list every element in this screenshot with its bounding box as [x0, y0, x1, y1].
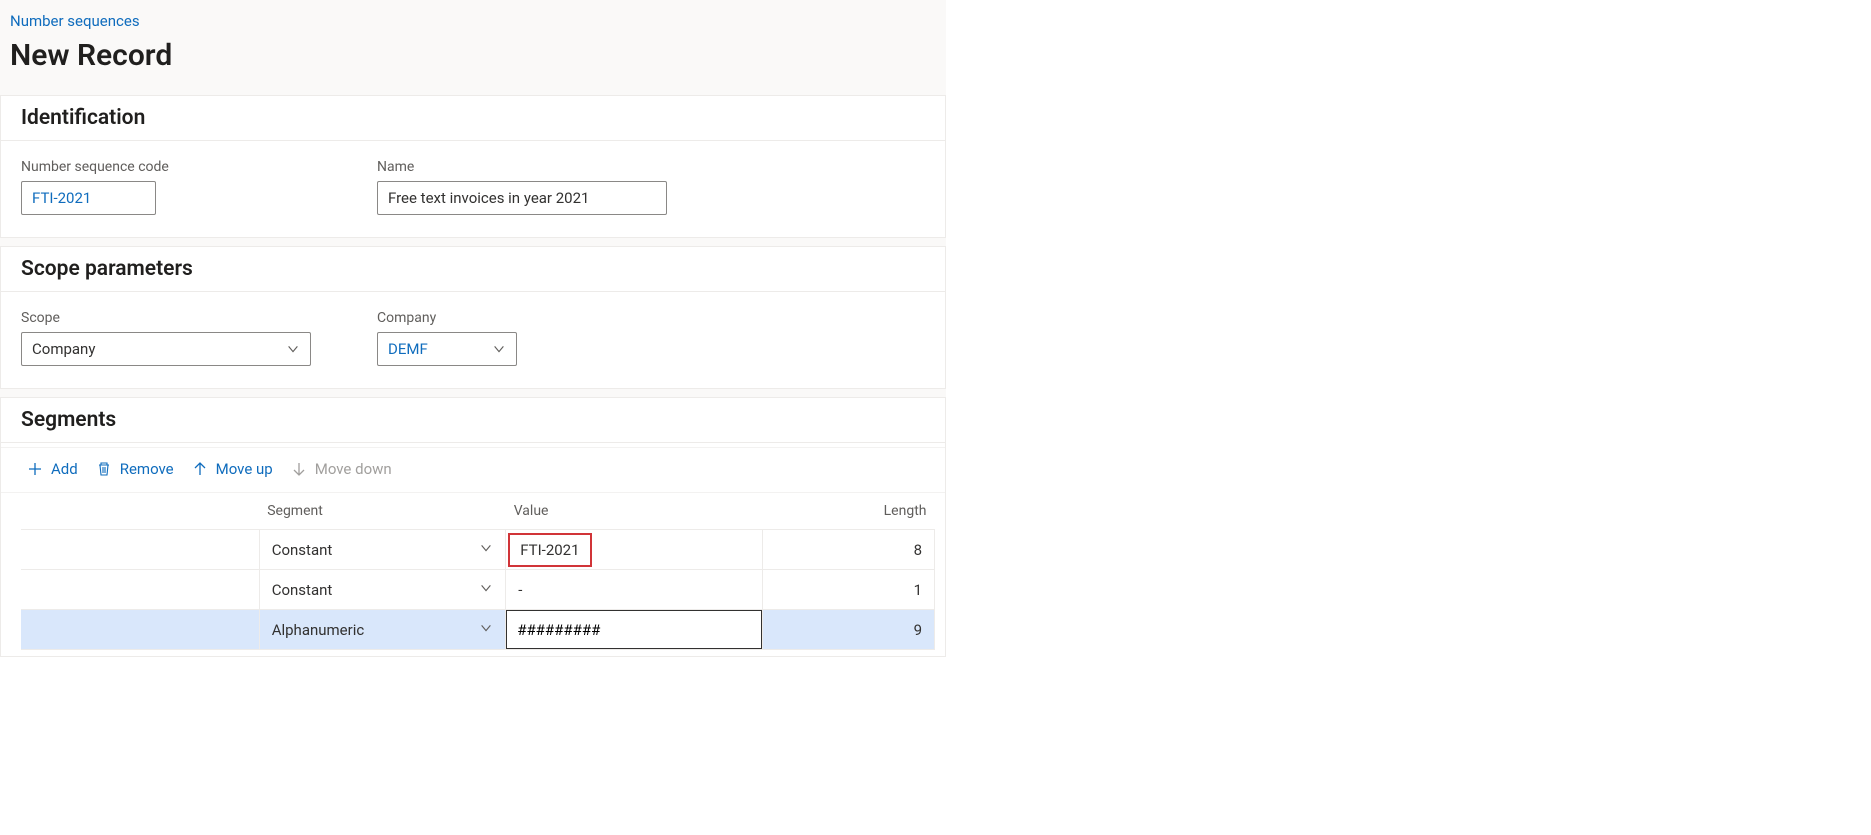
select-scope-value: Company: [32, 340, 95, 358]
length-value: 8: [914, 541, 922, 559]
value-cell[interactable]: [506, 610, 763, 650]
panel-header-segments[interactable]: Segments: [1, 398, 945, 443]
add-button[interactable]: Add: [27, 460, 78, 478]
segment-cell[interactable]: Alphanumeric: [259, 610, 506, 650]
segment-cell[interactable]: Constant: [259, 570, 506, 610]
chevron-down-icon: [492, 342, 506, 356]
select-scope[interactable]: Company: [21, 332, 311, 366]
value-text: FTI-2021: [508, 533, 591, 567]
value-input[interactable]: [506, 610, 762, 649]
segment-value: Constant: [272, 541, 333, 559]
remove-button-label: Remove: [120, 460, 174, 478]
col-header-marker: [21, 493, 259, 530]
col-header-value[interactable]: Value: [506, 493, 763, 530]
row-marker-cell[interactable]: [21, 530, 259, 570]
col-header-length[interactable]: Length: [763, 493, 935, 530]
panel-header-identification[interactable]: Identification: [1, 96, 945, 141]
add-button-label: Add: [51, 460, 78, 478]
table-row[interactable]: Alphanumeric 9: [21, 610, 935, 650]
move-down-button-label: Move down: [315, 460, 392, 478]
segment-value: Constant: [272, 581, 333, 599]
page-title: New Record: [10, 38, 936, 73]
input-name[interactable]: [377, 181, 667, 215]
input-number-sequence-code[interactable]: [21, 181, 156, 215]
length-cell[interactable]: 9: [763, 610, 935, 650]
panel-header-scope[interactable]: Scope parameters: [1, 247, 945, 292]
segment-value: Alphanumeric: [272, 621, 365, 639]
length-cell[interactable]: 1: [763, 570, 935, 610]
row-marker-cell[interactable]: [21, 570, 259, 610]
col-header-segment[interactable]: Segment: [259, 493, 506, 530]
panel-segments: Segments Add Remove Move up Move down: [0, 397, 946, 657]
label-company: Company: [377, 310, 577, 326]
length-cell[interactable]: 8: [763, 530, 935, 570]
label-scope: Scope: [21, 310, 321, 326]
length-value: 9: [914, 621, 922, 639]
chevron-down-icon: [479, 541, 493, 559]
breadcrumb-number-sequences[interactable]: Number sequences: [10, 10, 140, 32]
remove-button[interactable]: Remove: [96, 460, 174, 478]
panel-scope-parameters: Scope parameters Scope Company Company D…: [0, 246, 946, 389]
label-name: Name: [377, 159, 737, 175]
table-row[interactable]: Constant FTI-2021 8: [21, 530, 935, 570]
length-value: 1: [914, 581, 922, 599]
value-text: -: [506, 573, 762, 607]
move-down-button: Move down: [291, 460, 392, 478]
chevron-down-icon: [479, 581, 493, 599]
label-number-sequence-code: Number sequence code: [21, 159, 321, 175]
chevron-down-icon: [286, 342, 300, 356]
move-up-button-label: Move up: [216, 460, 273, 478]
panel-identification: Identification Number sequence code Name: [0, 95, 946, 238]
segments-grid: Segment Value Length ConstantFTI-20218Co…: [21, 493, 935, 650]
select-company[interactable]: DEMF: [377, 332, 517, 366]
chevron-down-icon: [479, 621, 493, 639]
value-cell[interactable]: -: [506, 570, 763, 610]
segment-cell[interactable]: Constant: [259, 530, 506, 570]
select-company-value: DEMF: [388, 340, 428, 358]
move-up-button[interactable]: Move up: [192, 460, 273, 478]
table-row[interactable]: Constant - 1: [21, 570, 935, 610]
value-cell[interactable]: FTI-2021: [506, 530, 763, 570]
row-marker-cell[interactable]: [21, 610, 259, 650]
